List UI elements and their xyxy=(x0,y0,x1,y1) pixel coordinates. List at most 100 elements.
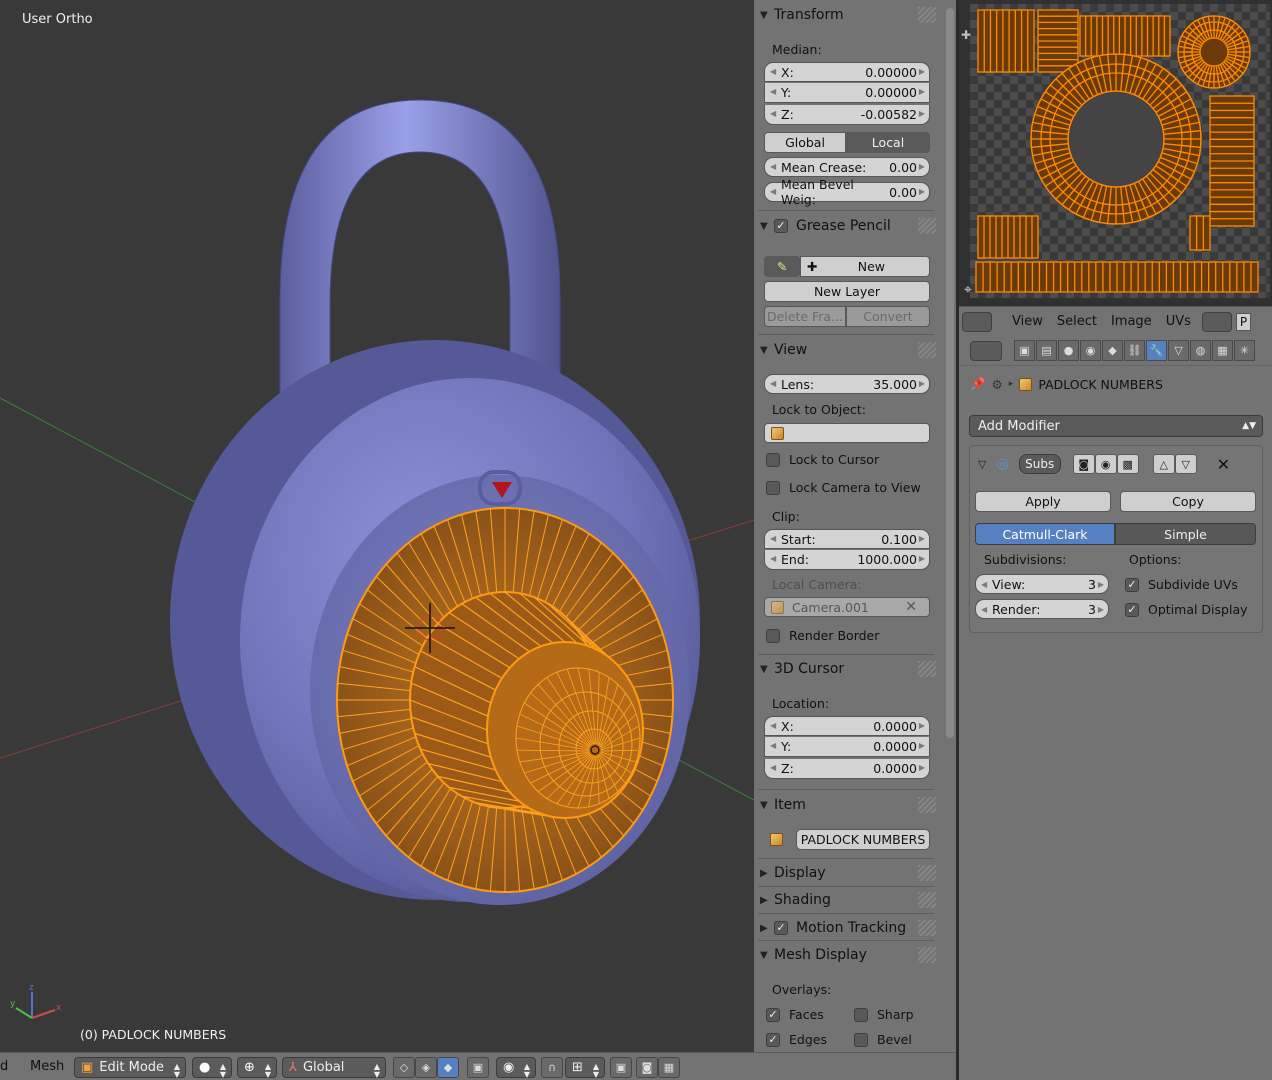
drag-grip-icon[interactable] xyxy=(918,661,936,677)
pin-icon[interactable]: 📌 xyxy=(970,376,986,392)
clear-x-icon[interactable]: ✕ xyxy=(905,599,917,615)
truncated-menu[interactable]: d xyxy=(0,1059,8,1074)
pencil-dropdown[interactable]: ✎ xyxy=(764,256,800,277)
scene-tab-icon[interactable]: ● xyxy=(1058,340,1079,361)
face-select-icon[interactable]: ◆ xyxy=(437,1057,459,1078)
median-z-field[interactable]: ◀ Z: -0.00582 ▶ xyxy=(764,105,930,125)
uv-uvs-menu[interactable]: UVs xyxy=(1166,314,1191,329)
properties-tabs[interactable]: ▣ ▤ ● ◉ ◆ ⛓ 🔧 ▽ ◍ ▦ ✳ xyxy=(958,336,1272,366)
transform-panel-header[interactable]: ▼ Transform xyxy=(760,4,936,26)
delete-frame-button[interactable]: Delete Fra... xyxy=(764,306,846,327)
subdiv-view-field[interactable]: ◀ View: 3 ▶ xyxy=(975,574,1109,594)
local-toggle[interactable]: Local xyxy=(846,132,930,153)
shading-dropdown[interactable]: ● ▲ ▼ xyxy=(192,1057,232,1079)
subdiv-render-field[interactable]: ◀ Render: 3 ▶ xyxy=(975,599,1109,619)
3d-viewport[interactable]: z x y User Ortho (0) PADLOCK NUMBERS xyxy=(0,0,754,1052)
visibility-eye-icon[interactable]: ◉ xyxy=(1094,454,1117,474)
render-border-check[interactable]: Render Border xyxy=(766,628,879,643)
pivot-dropdown[interactable]: ⊕ ▲ ▼ xyxy=(237,1057,277,1079)
grease-pencil-checkbox[interactable] xyxy=(774,219,788,233)
uv-canvas[interactable] xyxy=(970,4,1270,298)
uv-islands[interactable] xyxy=(970,4,1270,298)
texture-tab-icon[interactable]: ▦ xyxy=(1212,340,1233,361)
collapse-triangle-icon[interactable]: ▽ xyxy=(978,458,986,471)
drag-grip-icon[interactable] xyxy=(918,892,936,908)
uv-view-menu[interactable]: View xyxy=(1012,314,1043,329)
mesh-display-panel-header[interactable]: ▼ Mesh Display xyxy=(760,944,936,966)
render-toggle-icon[interactable]: ◙ xyxy=(1072,454,1095,474)
modifiers-wrench-icon[interactable]: 🔧 xyxy=(1146,340,1167,361)
snap-magnet-icon[interactable]: ∩ xyxy=(541,1057,563,1078)
item-panel-header[interactable]: ▼ Item xyxy=(760,794,936,816)
vertex-select-icon[interactable]: ◇ xyxy=(393,1057,415,1078)
grease-pencil-panel-header[interactable]: ▼ Grease Pencil xyxy=(760,215,936,237)
lock-object-field[interactable] xyxy=(764,423,930,443)
data-tab-icon[interactable]: ▽ xyxy=(1168,340,1189,361)
uv-select-menu[interactable]: Select xyxy=(1057,314,1097,329)
cursor-x-field[interactable]: ◀ X: 0.0000 ▶ xyxy=(764,716,930,736)
motion-tracking-checkbox[interactable] xyxy=(774,921,788,935)
mean-crease-field[interactable]: ◀ Mean Crease: 0.00 ▶ xyxy=(764,157,930,177)
image-browse-icon[interactable] xyxy=(1201,311,1232,332)
edges-check[interactable]: Edges xyxy=(766,1032,827,1047)
editor-type-icon[interactable] xyxy=(970,340,1002,361)
orientation-dropdown[interactable]: ⅄ Global ▲ ▼ xyxy=(282,1057,386,1079)
subdivide-uvs-check[interactable]: Subdivide UVs xyxy=(1125,577,1238,592)
median-y-field[interactable]: ◀ Y: 0.00000 ▶ xyxy=(764,83,930,103)
drag-grip-icon[interactable] xyxy=(918,797,936,813)
drag-grip-icon[interactable] xyxy=(918,342,936,358)
bevel-check[interactable]: Bevel xyxy=(854,1032,912,1047)
cursor-z-field[interactable]: ◀ Z: 0.0000 ▶ xyxy=(764,759,930,779)
editmode-toggle-icon[interactable]: ▩ xyxy=(1116,454,1139,474)
snap-target-dropdown[interactable]: ⊞ ▲ ▼ xyxy=(565,1057,605,1079)
copy-button[interactable]: Copy xyxy=(1120,491,1256,512)
region-plus-icon[interactable]: ✚ xyxy=(961,28,971,42)
display-panel-header[interactable]: ▶ Display xyxy=(760,862,936,884)
drag-grip-icon[interactable] xyxy=(918,7,936,23)
uv-image-menu[interactable]: Image xyxy=(1111,314,1152,329)
particles-tab-icon[interactable]: ✳ xyxy=(1234,340,1255,361)
faces-check[interactable]: Faces xyxy=(766,1007,824,1022)
sharp-check[interactable]: Sharp xyxy=(854,1007,914,1022)
mesh-menu[interactable]: Mesh xyxy=(30,1059,64,1074)
item-name-field[interactable]: PADLOCK NUMBERS xyxy=(796,829,930,850)
uv-editor-header[interactable]: View Select Image UVs P xyxy=(958,306,1272,336)
grease-new-button[interactable]: ✚ New xyxy=(800,256,930,277)
optimal-display-check[interactable]: Optimal Display xyxy=(1125,602,1248,617)
drag-grip-icon[interactable] xyxy=(918,865,936,881)
constraints-tab-icon[interactable]: ⛓ xyxy=(1124,340,1145,361)
new-layer-button[interactable]: New Layer xyxy=(764,281,930,302)
lock-to-cursor-check[interactable]: Lock to Cursor xyxy=(766,452,879,467)
lock-camera-to-view-check[interactable]: Lock Camera to View xyxy=(766,480,921,495)
catmull-clark-toggle[interactable]: Catmull-Clark xyxy=(975,523,1115,545)
world-tab-icon[interactable]: ◉ xyxy=(1080,340,1101,361)
properties-editor[interactable]: ▣ ▤ ● ◉ ◆ ⛓ 🔧 ▽ ◍ ▦ ✳ 📌 ⚙ ▸ PADLOCK NUMB… xyxy=(958,336,1272,1080)
motion-tracking-panel-header[interactable]: ▶ Motion Tracking xyxy=(760,917,936,939)
median-x-field[interactable]: ◀ X: 0.00000 ▶ xyxy=(764,62,930,82)
cursor-panel-header[interactable]: ▼ 3D Cursor xyxy=(760,658,936,680)
drag-grip-icon[interactable] xyxy=(918,947,936,963)
object-tab-icon[interactable]: ◆ xyxy=(1102,340,1123,361)
cursor-y-field[interactable]: ◀ Y: 0.0000 ▶ xyxy=(764,737,930,757)
add-modifier-dropdown[interactable]: Add Modifier ▲▼ xyxy=(969,415,1263,437)
move-down-icon[interactable]: ▽ xyxy=(1174,454,1197,474)
dial-mesh[interactable] xyxy=(336,507,674,893)
material-tab-icon[interactable]: ◍ xyxy=(1190,340,1211,361)
global-toggle[interactable]: Global xyxy=(764,132,846,153)
mean-bevel-field[interactable]: ◀ Mean Bevel Weig: 0.00 ▶ xyxy=(764,177,930,207)
uv-editor[interactable]: ✚ ⌖ xyxy=(958,0,1272,306)
proportional-dropdown[interactable]: ◉ ▲ ▼ xyxy=(496,1057,536,1079)
lens-field[interactable]: ◀ Lens: 35.000 ▶ xyxy=(764,374,930,394)
npanel-scrollbar[interactable] xyxy=(946,8,954,738)
shading-panel-header[interactable]: ▶ Shading xyxy=(760,889,936,911)
viewport-header[interactable]: d Mesh ▣ Edit Mode ▲ ▼ ● ▲ ▼ ⊕ ▲ ▼ ⅄ Global ▲ ▼ … xyxy=(0,1052,958,1080)
render-tab-icon[interactable]: ▣ xyxy=(1014,340,1035,361)
render-preview-icon[interactable]: ▣ xyxy=(610,1057,632,1078)
viewport-scene[interactable]: z x y xyxy=(0,0,754,1052)
uv-cursor-icon[interactable]: ⌖ xyxy=(964,282,972,298)
edge-select-icon[interactable]: ◈ xyxy=(415,1057,437,1078)
layers-tab-icon[interactable]: ▤ xyxy=(1036,340,1057,361)
clip-end-field[interactable]: ◀ End: 1000.000 ▶ xyxy=(764,550,930,570)
convert-button[interactable]: Convert xyxy=(846,306,930,327)
modifier-name-field[interactable]: Subs xyxy=(1018,454,1061,474)
